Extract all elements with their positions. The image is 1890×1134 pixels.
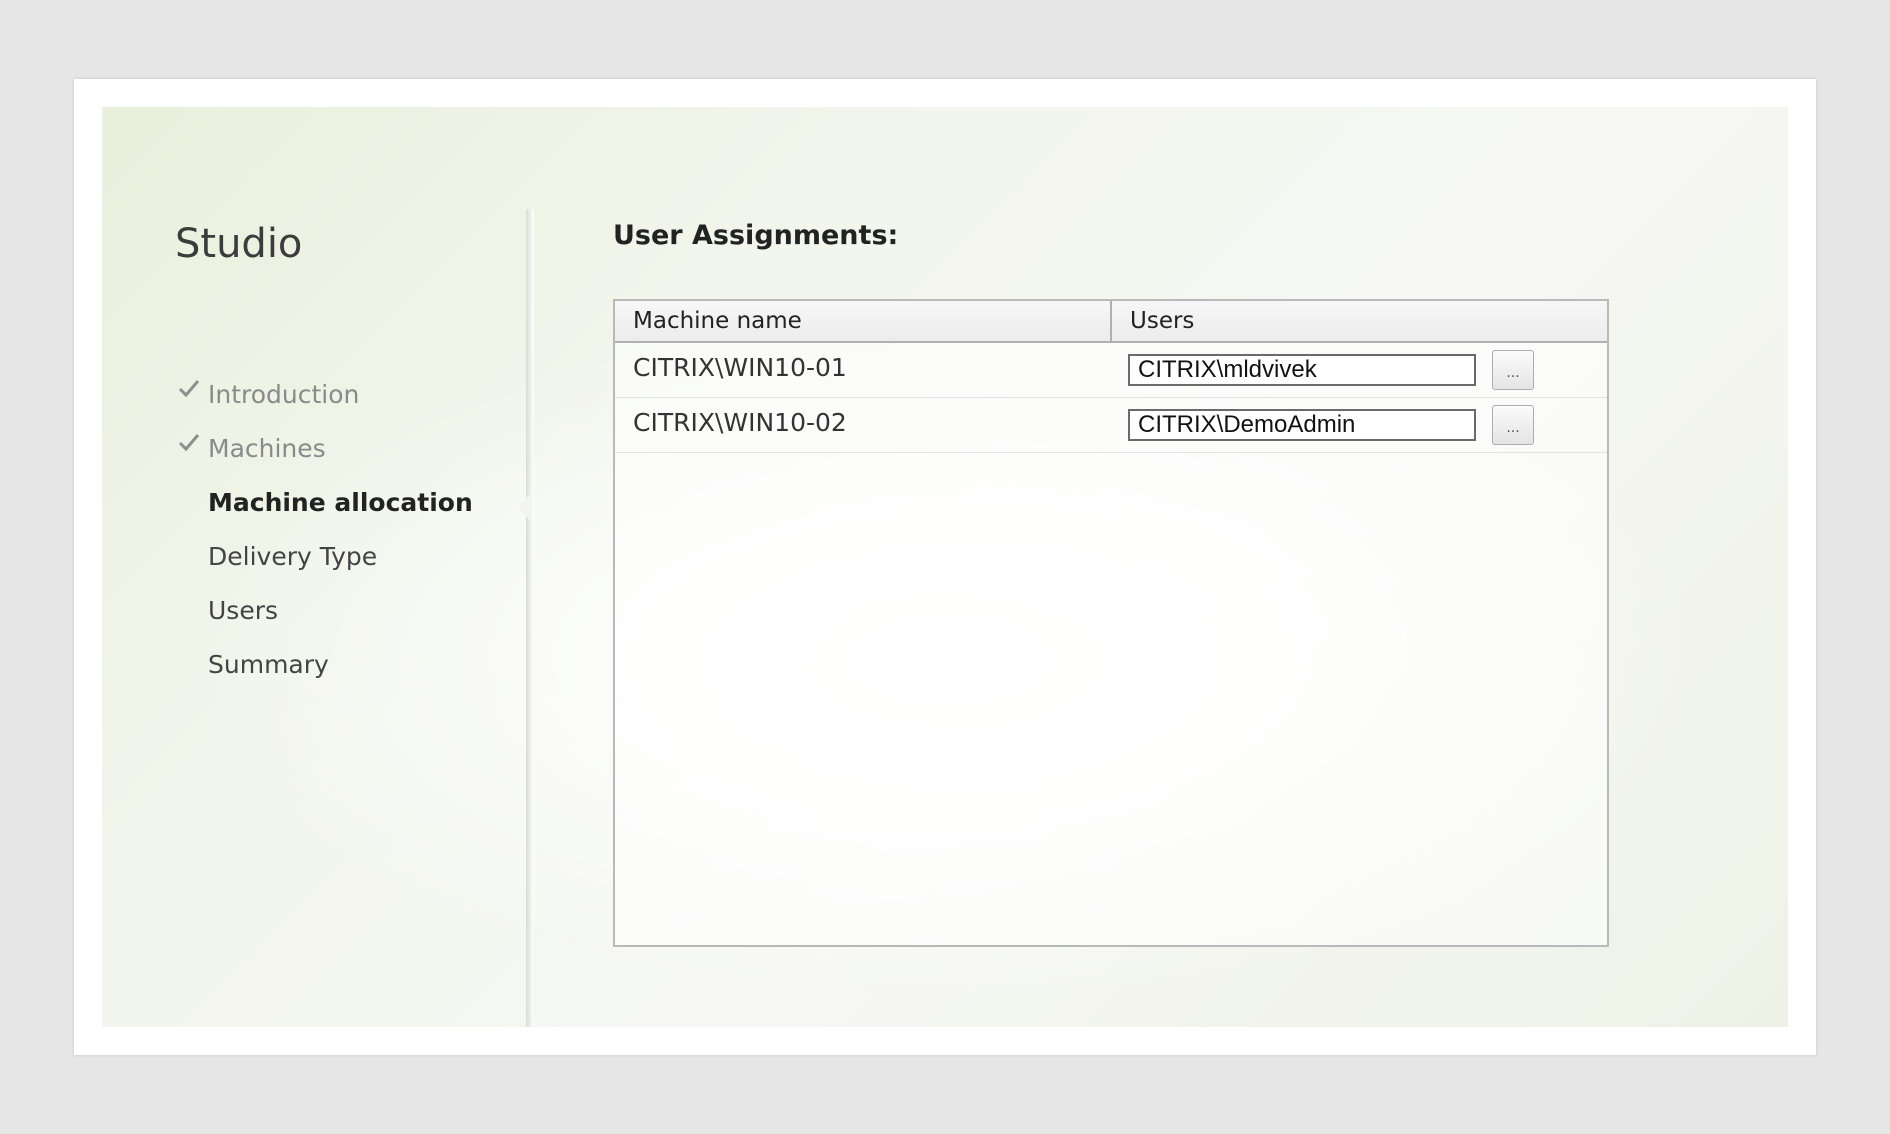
nav-step-machines[interactable]: Machines [175,421,473,475]
screenshot-frame: Studio Introduction Machines Machine all… [74,79,1816,1055]
nav-step-users[interactable]: Users [175,583,473,637]
nav-step-label: Summary [208,649,329,679]
machine-name-cell: CITRIX\WIN10-01 [633,352,847,382]
nav-step-label: Introduction [208,379,360,409]
table-row[interactable]: CITRIX\WIN10-01 CITRIX\mldvivek ... [615,343,1607,398]
users-cell: CITRIX\DemoAdmin ... [1112,405,1607,445]
check-icon [178,380,200,398]
nav-step-label: Machines [208,433,326,463]
user-input[interactable]: CITRIX\DemoAdmin [1128,409,1476,441]
check-icon [178,434,200,452]
nav-step-label: Delivery Type [208,541,378,571]
browse-users-button[interactable]: ... [1492,405,1534,445]
app-title: Studio [175,221,303,267]
nav-step-delivery-type[interactable]: Delivery Type [175,529,473,583]
nav-step-machine-allocation[interactable]: Machine allocation [175,475,473,529]
wizard-steps-nav: Introduction Machines Machine allocation… [175,367,473,691]
column-header-users[interactable]: Users [1112,301,1607,341]
wizard-dialog: Studio Introduction Machines Machine all… [102,107,1788,1027]
table-header: Machine name Users [615,301,1607,343]
nav-divider [526,209,534,1027]
nav-step-label: Machine allocation [208,487,473,517]
user-input[interactable]: CITRIX\mldvivek [1128,354,1476,386]
column-header-machine-name[interactable]: Machine name [615,301,1112,341]
table-row[interactable]: CITRIX\WIN10-02 CITRIX\DemoAdmin ... [615,398,1607,453]
current-step-pointer [517,493,531,521]
machine-name-cell: CITRIX\WIN10-02 [633,407,847,437]
nav-step-introduction[interactable]: Introduction [175,367,473,421]
user-assignments-table: Machine name Users CITRIX\WIN10-01 CITRI… [613,299,1609,947]
users-cell: CITRIX\mldvivek ... [1112,350,1607,390]
section-title: User Assignments: [613,220,899,251]
nav-step-summary[interactable]: Summary [175,637,473,691]
nav-step-label: Users [208,595,279,625]
browse-users-button[interactable]: ... [1492,350,1534,390]
